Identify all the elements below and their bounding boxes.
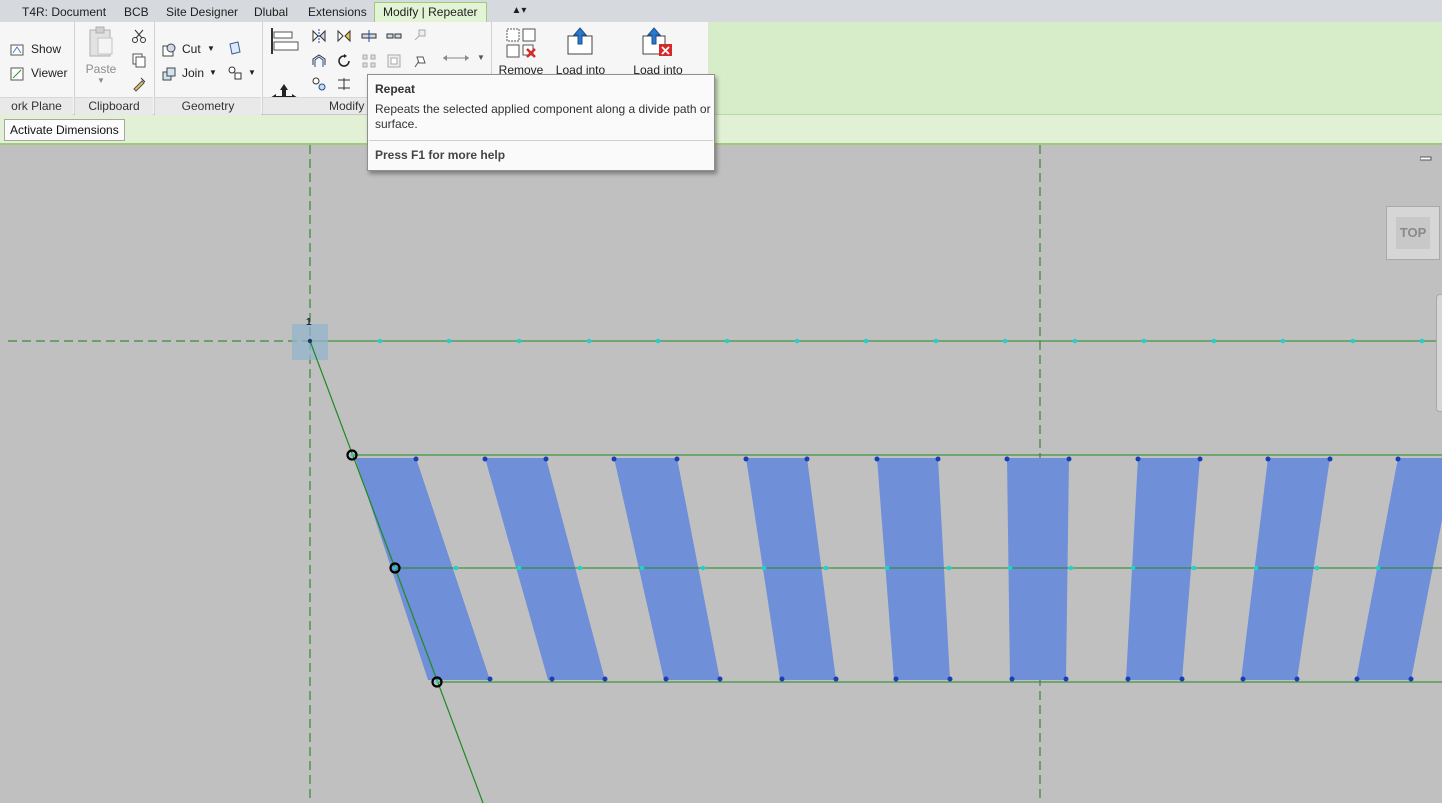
tab-extensions[interactable]: Extensions <box>308 4 367 20</box>
show-workplane-icon <box>10 44 24 56</box>
drawing-canvas[interactable]: 1 <box>0 145 1442 803</box>
repeater-panel[interactable] <box>1126 458 1200 680</box>
join-dropdown-icon[interactable]: ▼ <box>209 65 217 81</box>
load-into-project-and-close-icon <box>642 27 672 56</box>
offset-icon[interactable] <box>311 53 327 69</box>
minimize-ribbon-toggle[interactable]: ▲▾ <box>505 4 533 18</box>
tab-site-designer[interactable]: Site Designer <box>166 4 238 20</box>
viewer-button[interactable]: Viewer <box>31 65 67 81</box>
cut-geometry-icon <box>162 43 176 57</box>
measure-dropdown-icon[interactable]: ▼ <box>477 50 485 66</box>
tab-bcb[interactable]: BCB <box>124 4 149 20</box>
repeater-panel[interactable] <box>1356 458 1442 680</box>
repeater-panel[interactable] <box>485 458 605 680</box>
mirror-pick-axis-icon[interactable] <box>311 28 327 44</box>
cut-scissors-icon[interactable] <box>131 28 147 44</box>
join-geometry-button[interactable]: Join <box>182 65 204 81</box>
array-icon[interactable] <box>361 53 377 69</box>
mirror-draw-axis-icon[interactable] <box>336 28 352 44</box>
repeat-tooltip: Repeat Repeats the selected applied comp… <box>367 74 715 171</box>
canvas-drawing <box>8 145 1442 803</box>
repeater-panel[interactable] <box>355 458 490 680</box>
panel-title-clipboard: Clipboard <box>75 97 153 115</box>
cut-dropdown-icon[interactable]: ▼ <box>207 41 215 57</box>
load-into-project-icon <box>567 27 593 55</box>
tab-dlubal[interactable]: Dlubal <box>254 4 288 20</box>
split-with-gap-icon[interactable] <box>386 28 402 44</box>
ribbon-contextual-area <box>708 22 1442 115</box>
tooltip-divider <box>369 140 713 141</box>
view-cube-top-face[interactable]: TOP <box>1396 217 1430 249</box>
split-element-icon[interactable] <box>361 28 377 44</box>
tab-t4r-document[interactable]: T4R: Document <box>22 4 106 20</box>
paste-dropdown-icon[interactable]: ▼ <box>95 74 107 88</box>
tooltip-description: Repeats the selected applied component a… <box>375 102 711 131</box>
split-face-dropdown-icon[interactable]: ▼ <box>248 65 256 81</box>
repeater-panel[interactable] <box>746 458 836 680</box>
viewer-icon <box>10 67 24 81</box>
scale-icon[interactable] <box>386 53 402 69</box>
navigation-bar[interactable] <box>1436 294 1442 412</box>
match-properties-icon[interactable] <box>131 76 147 92</box>
unpin-icon[interactable] <box>411 28 427 44</box>
wall-joins-icon[interactable] <box>227 40 243 56</box>
join-geometry-icon <box>162 67 176 81</box>
remove-component-icon <box>506 28 536 58</box>
pin-icon[interactable] <box>411 53 427 69</box>
panel-title-work-plane: ork Plane <box>0 97 73 115</box>
copy-icon[interactable] <box>131 52 147 68</box>
cut-geometry-button[interactable]: Cut <box>182 41 201 57</box>
tab-modify-repeater[interactable]: Modify | Repeater <box>374 2 487 22</box>
show-button[interactable]: Show <box>31 41 61 57</box>
paste-icon <box>89 26 113 57</box>
options-bar: Activate Dimensions <box>0 115 1442 145</box>
rotate-icon[interactable] <box>336 53 352 69</box>
trim-extend-icon[interactable] <box>336 76 352 92</box>
view-cube[interactable]: TOP <box>1386 206 1440 260</box>
minimize-view-icon[interactable] <box>1420 155 1432 161</box>
split-face-icon[interactable] <box>227 65 243 81</box>
level-marker-label: 1 <box>306 317 312 328</box>
panel-title-geometry: Geometry <box>155 97 261 115</box>
reference-origin-point[interactable] <box>307 338 313 344</box>
measure-icon[interactable] <box>441 50 471 66</box>
ribbon-tab-bar: T4R: Document BCB Site Designer Dlubal E… <box>0 0 1442 23</box>
activate-dimensions-button[interactable]: Activate Dimensions <box>4 119 125 141</box>
tooltip-help-hint: Press F1 for more help <box>375 148 506 162</box>
repeater-panel[interactable] <box>1007 458 1069 680</box>
tooltip-title: Repeat <box>375 82 416 96</box>
copy-element-icon[interactable] <box>311 76 327 92</box>
align-icon[interactable] <box>268 26 300 56</box>
